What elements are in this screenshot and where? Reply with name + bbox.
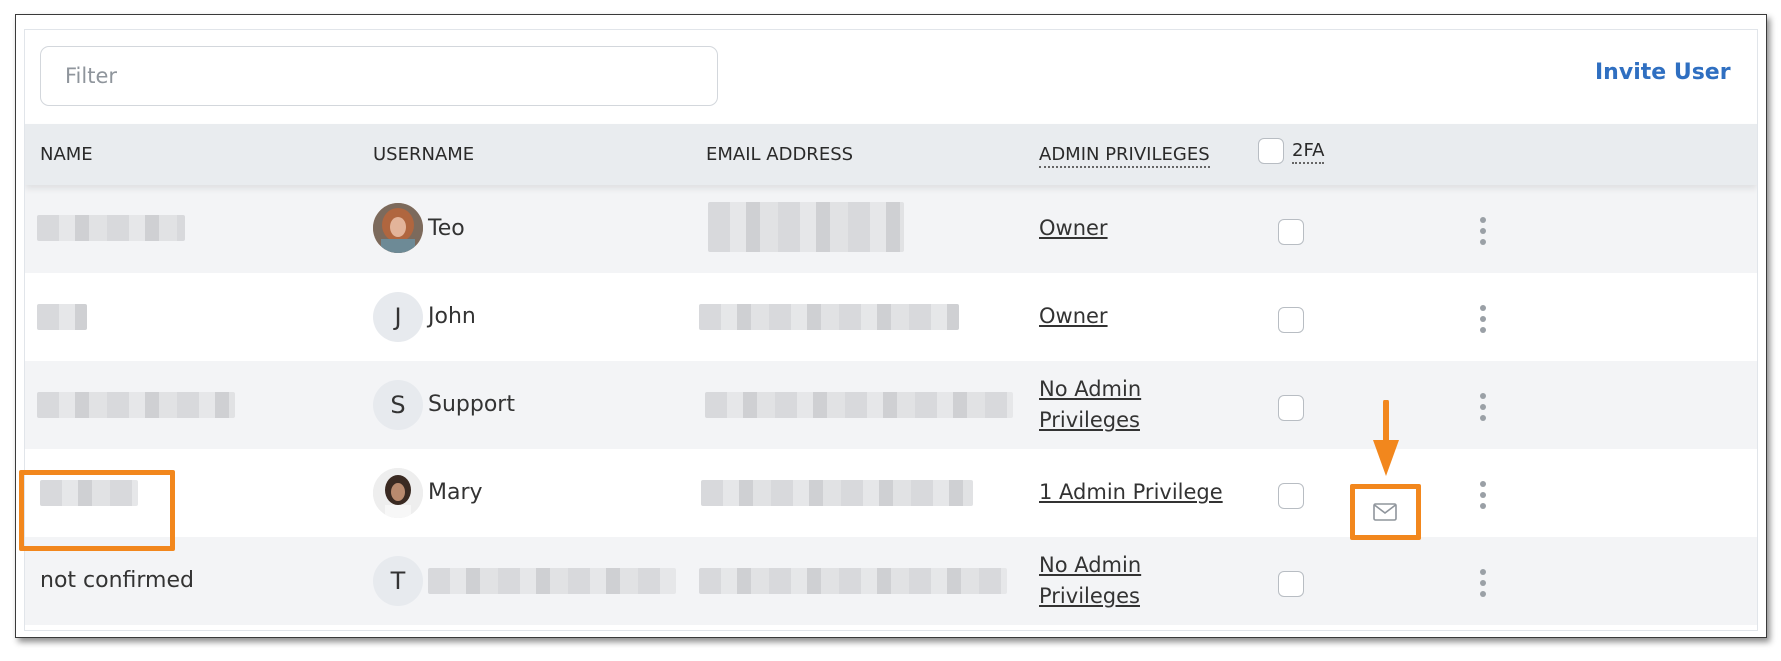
envelope-icon[interactable] [1373,503,1397,521]
table-header: NAME USERNAME EMAIL ADDRESS ADMIN PRIVIL… [25,124,1757,185]
username: John [428,304,476,329]
table-row: J John Owner [25,273,1757,361]
username: Teo [428,216,465,241]
redacted-email [708,202,904,252]
column-header-name: NAME [40,144,93,165]
redacted-name [37,215,185,241]
table-row: not confirmed T No Admin Privileges [25,537,1757,625]
highlight-box-status [19,470,175,551]
admin-privileges-link[interactable]: No Admin Privileges [1039,374,1169,436]
table-row: S Support No Admin Privileges [25,361,1757,449]
2fa-checkbox[interactable] [1278,571,1304,597]
row-actions-icon[interactable] [1479,481,1487,509]
column-header-2fa[interactable]: 2FA [1292,140,1325,164]
users-panel: Invite User NAME USERNAME EMAIL ADDRESS … [24,29,1758,631]
redacted-email [705,392,1013,418]
table-row: Mary 1 Admin Privilege [25,449,1757,537]
admin-privileges-link[interactable]: Owner [1039,213,1108,244]
redacted-name [37,304,87,330]
row-actions-icon[interactable] [1479,217,1487,245]
2fa-checkbox[interactable] [1278,395,1304,421]
select-all-2fa-checkbox[interactable] [1258,138,1284,164]
admin-privileges-link[interactable]: 1 Admin Privilege [1039,477,1223,508]
row-actions-icon[interactable] [1479,569,1487,597]
admin-privileges-link[interactable]: Owner [1039,301,1108,332]
invite-user-button[interactable]: Invite User [1595,60,1731,85]
row-actions-icon[interactable] [1479,305,1487,333]
redacted-email [701,480,973,506]
filter-input[interactable] [40,46,718,106]
table-row: Teo Owner [25,185,1757,273]
avatar [373,468,423,518]
column-header-admin-privileges[interactable]: ADMIN PRIVILEGES [1039,144,1210,168]
redacted-email [699,568,1007,594]
redacted-name [37,392,235,418]
row-actions-icon[interactable] [1479,393,1487,421]
redacted-username [428,568,676,594]
avatar: S [373,380,423,430]
username: Support [428,392,515,417]
avatar: T [373,556,423,606]
avatar: J [373,292,423,342]
redacted-email [699,304,959,330]
username: Mary [428,480,483,505]
status-not-confirmed: not confirmed [40,568,194,593]
2fa-checkbox[interactable] [1278,219,1304,245]
2fa-checkbox[interactable] [1278,483,1304,509]
admin-privileges-link[interactable]: No Admin Privileges [1039,550,1169,612]
column-header-username: USERNAME [373,144,475,165]
column-header-email: EMAIL ADDRESS [706,144,854,165]
avatar [373,203,423,253]
arrow-down-icon [1373,400,1399,476]
2fa-checkbox[interactable] [1278,307,1304,333]
screenshot-frame: Invite User NAME USERNAME EMAIL ADDRESS … [15,14,1767,638]
